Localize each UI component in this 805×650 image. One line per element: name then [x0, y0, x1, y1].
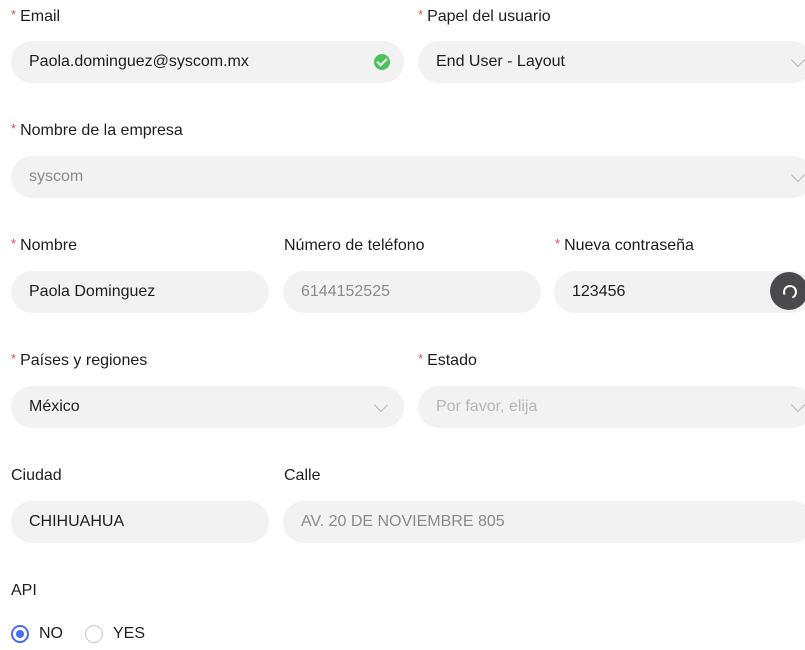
- required-asterisk: *: [418, 7, 424, 22]
- api-radio-yes[interactable]: [85, 625, 103, 643]
- country-select[interactable]: México: [11, 386, 404, 428]
- city-input[interactable]: CHIHUAHUA: [11, 501, 269, 543]
- refresh-icon[interactable]: [770, 272, 805, 310]
- role-select[interactable]: End User - Layout: [418, 41, 805, 83]
- state-select[interactable]: Por favor, elija: [418, 386, 805, 428]
- company-label: * Nombre de la empresa: [11, 121, 183, 139]
- phone-input[interactable]: 6144152525: [283, 271, 541, 313]
- api-radio-no-label[interactable]: NO: [39, 625, 63, 643]
- api-radio-yes-label[interactable]: YES: [113, 625, 145, 643]
- street-input[interactable]: AV. 20 DE NOVIEMBRE 805: [283, 501, 805, 543]
- password-label: * Nueva contraseña: [555, 236, 694, 254]
- api-radio-no[interactable]: [11, 625, 29, 643]
- required-asterisk: *: [11, 351, 17, 366]
- email-label: * Email: [11, 7, 61, 25]
- check-circle-icon: [374, 54, 390, 70]
- chevron-down-icon: [790, 167, 805, 183]
- required-asterisk: *: [555, 236, 561, 251]
- required-asterisk: *: [11, 121, 17, 136]
- state-label: * Estado: [418, 351, 477, 369]
- phone-label: Número de teléfono: [284, 237, 425, 254]
- required-asterisk: *: [11, 7, 17, 22]
- city-label: Ciudad: [11, 467, 62, 484]
- chevron-down-icon: [373, 397, 389, 413]
- role-label: * Papel del usuario: [418, 7, 551, 25]
- company-select[interactable]: syscom: [11, 156, 805, 198]
- api-label: API: [11, 582, 37, 599]
- required-asterisk: *: [11, 236, 17, 251]
- email-field[interactable]: Paola.dominguez@syscom.mx: [11, 41, 404, 83]
- name-label: * Nombre: [11, 236, 77, 254]
- required-asterisk: *: [418, 351, 424, 366]
- api-radio-group: NO YES: [11, 625, 167, 643]
- country-label: * Países y regiones: [11, 351, 148, 369]
- name-input[interactable]: Paola Dominguez: [11, 271, 269, 313]
- street-label: Calle: [284, 467, 321, 484]
- chevron-down-icon: [790, 52, 805, 68]
- chevron-down-icon: [790, 397, 805, 413]
- password-input[interactable]: 123456: [554, 271, 805, 313]
